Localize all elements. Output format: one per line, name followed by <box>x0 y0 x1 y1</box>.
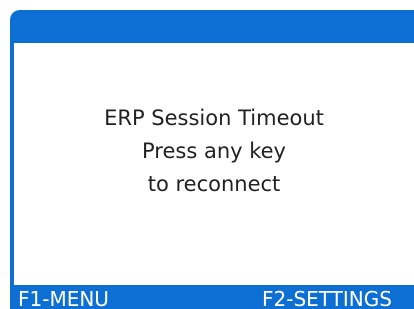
title-bar <box>10 10 414 43</box>
timeout-message: ERP Session Timeout Press any key to rec… <box>14 102 414 201</box>
message-line-instruction: Press any key <box>142 139 286 163</box>
f1-menu-softkey[interactable]: F1-MENU <box>18 285 109 309</box>
terminal-screen: ERP Session Timeout Press any key to rec… <box>10 10 414 309</box>
f2-settings-softkey[interactable]: F2-SETTINGS <box>262 285 392 309</box>
softkey-bar: F1-MENU F2-SETTINGS <box>10 285 414 309</box>
message-line-action: to reconnect <box>147 172 281 196</box>
screen-body: ERP Session Timeout Press any key to rec… <box>10 43 414 285</box>
message-line-title: ERP Session Timeout <box>104 106 324 130</box>
